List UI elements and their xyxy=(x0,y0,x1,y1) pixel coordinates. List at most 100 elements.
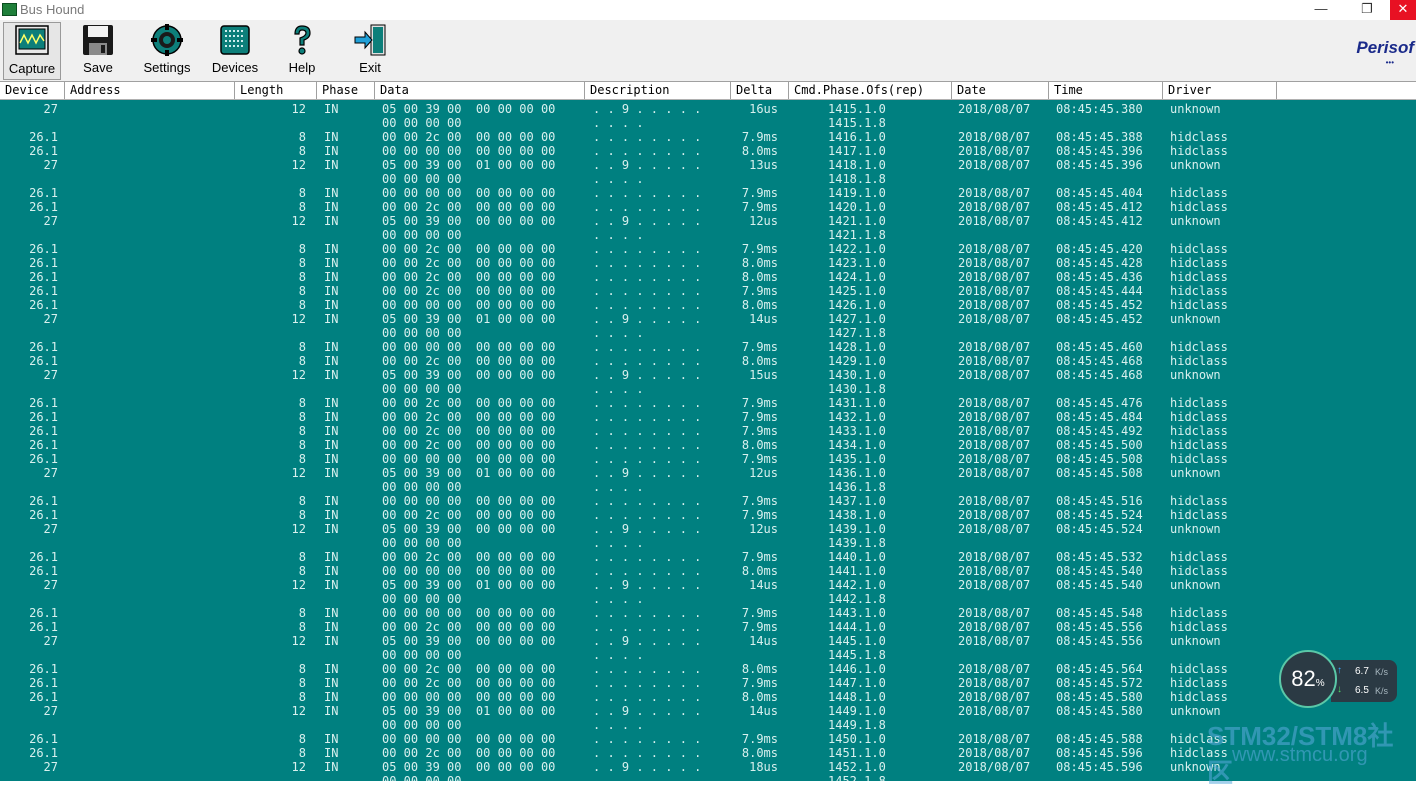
table-row[interactable]: 27 12 IN 05 00 39 00 00 00 00 00 . . 9 . . .… xyxy=(0,634,1416,648)
cell-data: 00 00 00 00 00 00 00 00 xyxy=(382,452,556,466)
table-row[interactable]: 26.1 8 IN 00 00 2c 00 00 00 00 00 . . . . . … xyxy=(0,746,1416,760)
cell-description: . . . . xyxy=(593,326,644,340)
devices-button[interactable]: Devices xyxy=(206,22,264,78)
cell-driver: hidclass xyxy=(1170,620,1228,634)
cell-phase: IN xyxy=(324,704,339,718)
cell-phase: IN xyxy=(324,732,339,746)
table-row[interactable]: 27 12 IN 05 00 39 00 00 00 00 00 . . 9 . . .… xyxy=(0,368,1416,382)
table-row[interactable]: 00 00 00 00 . . . . 1430.1.8 xyxy=(0,382,1416,396)
table-row[interactable]: 26.1 8 IN 00 00 00 00 00 00 00 00 . . . . . … xyxy=(0,340,1416,354)
cell-time: 08:45:45.484 xyxy=(1056,410,1143,424)
window-title: Bus Hound xyxy=(20,2,85,17)
restore-button[interactable]: ❐ xyxy=(1344,0,1390,20)
table-row[interactable]: 26.1 8 IN 00 00 00 00 00 00 00 00 . . . . . … xyxy=(0,298,1416,312)
cell-delta: 8.0ms xyxy=(741,270,778,284)
column-time[interactable]: Time xyxy=(1049,82,1163,99)
table-row[interactable]: 26.1 8 IN 00 00 00 00 00 00 00 00 . . . . . … xyxy=(0,564,1416,578)
table-row[interactable]: 26.1 8 IN 00 00 2c 00 00 00 00 00 . . . . . … xyxy=(0,424,1416,438)
exit-door-icon xyxy=(354,24,386,56)
table-row[interactable]: 26.1 8 IN 00 00 00 00 00 00 00 00 . . . . . … xyxy=(0,494,1416,508)
table-row[interactable]: 26.1 8 IN 00 00 2c 00 00 00 00 00 . . . . . … xyxy=(0,354,1416,368)
settings-button[interactable]: Settings xyxy=(138,22,196,78)
cell-cmd: 1435.1.0 xyxy=(828,452,886,466)
table-row[interactable]: 27 12 IN 05 00 39 00 00 00 00 00 . . 9 . . .… xyxy=(0,522,1416,536)
table-row[interactable]: 27 12 IN 05 00 39 00 01 00 00 00 . . 9 . . .… xyxy=(0,578,1416,592)
table-row[interactable]: 26.1 8 IN 00 00 2c 00 00 00 00 00 . . . . . … xyxy=(0,508,1416,522)
cell-date: 2018/08/07 xyxy=(958,186,1031,200)
cell-delta: 7.9ms xyxy=(741,130,778,144)
cell-driver: hidclass xyxy=(1170,396,1228,410)
cell-data: 00 00 2c 00 00 00 00 00 xyxy=(382,676,556,690)
column-driver[interactable]: Driver xyxy=(1163,82,1277,99)
table-row[interactable]: 26.1 8 IN 00 00 2c 00 00 00 00 00 . . . . . … xyxy=(0,242,1416,256)
usage-percent: 82% xyxy=(1291,666,1325,691)
table-row[interactable]: 00 00 00 00 . . . . 1421.1.8 xyxy=(0,228,1416,242)
exit-button[interactable]: Exit xyxy=(348,22,392,78)
table-row[interactable]: 26.1 8 IN 00 00 2c 00 00 00 00 00 . . . . . … xyxy=(0,200,1416,214)
table-row[interactable]: 00 00 00 00 . . . . 1452.1.8 xyxy=(0,774,1416,781)
table-row[interactable]: 00 00 00 00 . . . . 1442.1.8 xyxy=(0,592,1416,606)
cell-description: . . . . . . . . xyxy=(593,130,702,144)
table-row[interactable]: 27 12 IN 05 00 39 00 00 00 00 00 . . 9 . . .… xyxy=(0,102,1416,116)
table-row[interactable]: 27 12 IN 05 00 39 00 01 00 00 00 . . 9 . . .… xyxy=(0,158,1416,172)
column-description[interactable]: Description xyxy=(585,82,731,99)
table-row[interactable]: 00 00 00 00 . . . . 1418.1.8 xyxy=(0,172,1416,186)
table-row[interactable]: 27 12 IN 05 00 39 00 01 00 00 00 . . 9 . . .… xyxy=(0,466,1416,480)
minimize-button[interactable]: — xyxy=(1298,0,1344,20)
table-row[interactable]: 00 00 00 00 . . . . 1445.1.8 xyxy=(0,648,1416,662)
help-button[interactable]: Help xyxy=(280,22,324,78)
table-row[interactable]: 26.1 8 IN 00 00 00 00 00 00 00 00 . . . . . … xyxy=(0,606,1416,620)
cell-cmd: 1429.1.0 xyxy=(828,354,886,368)
table-row[interactable]: 26.1 8 IN 00 00 00 00 00 00 00 00 . . . . . … xyxy=(0,690,1416,704)
table-row[interactable]: 26.1 8 IN 00 00 2c 00 00 00 00 00 . . . . . … xyxy=(0,396,1416,410)
cell-description: . . . . xyxy=(593,648,644,662)
save-button[interactable]: Save xyxy=(74,22,122,78)
table-row[interactable]: 26.1 8 IN 00 00 2c 00 00 00 00 00 . . . . . … xyxy=(0,676,1416,690)
table-row[interactable]: 26.1 8 IN 00 00 00 00 00 00 00 00 . . . . . … xyxy=(0,452,1416,466)
table-row[interactable]: 27 12 IN 05 00 39 00 01 00 00 00 . . 9 . . .… xyxy=(0,312,1416,326)
cell-date: 2018/08/07 xyxy=(958,270,1031,284)
table-row[interactable]: 00 00 00 00 . . . . 1449.1.8 xyxy=(0,718,1416,732)
table-row[interactable]: 26.1 8 IN 00 00 2c 00 00 00 00 00 . . . . . … xyxy=(0,620,1416,634)
close-button[interactable]: ✕ xyxy=(1390,0,1416,20)
column-device[interactable]: Device xyxy=(0,82,65,99)
cell-cmd: 1421.1.8 xyxy=(828,228,886,242)
table-row[interactable]: 26.1 8 IN 00 00 2c 00 00 00 00 00 . . . . . … xyxy=(0,550,1416,564)
cell-phase: IN xyxy=(324,424,339,438)
table-row[interactable]: 26.1 8 IN 00 00 00 00 00 00 00 00 . . . . . … xyxy=(0,186,1416,200)
table-row[interactable]: 27 12 IN 05 00 39 00 01 00 00 00 . . 9 . . .… xyxy=(0,704,1416,718)
table-row[interactable]: 26.1 8 IN 00 00 2c 00 00 00 00 00 . . . . . … xyxy=(0,256,1416,270)
table-row[interactable]: 27 12 IN 05 00 39 00 00 00 00 00 . . 9 . . .… xyxy=(0,214,1416,228)
cell-data: 00 00 2c 00 00 00 00 00 xyxy=(382,410,556,424)
column-phase[interactable]: Phase xyxy=(317,82,375,99)
table-row[interactable]: 26.1 8 IN 00 00 2c 00 00 00 00 00 . . . . . … xyxy=(0,410,1416,424)
column-delta[interactable]: Delta xyxy=(731,82,789,99)
column-length[interactable]: Length xyxy=(235,82,317,99)
table-row[interactable]: 26.1 8 IN 00 00 2c 00 00 00 00 00 . . . . . … xyxy=(0,130,1416,144)
usage-gauge[interactable]: 82% xyxy=(1279,650,1337,708)
table-row[interactable]: 00 00 00 00 . . . . 1436.1.8 xyxy=(0,480,1416,494)
cell-data: 00 00 00 00 00 00 00 00 xyxy=(382,494,556,508)
cell-delta: 7.9ms xyxy=(741,494,778,508)
table-row[interactable]: 26.1 8 IN 00 00 2c 00 00 00 00 00 . . . . . … xyxy=(0,662,1416,676)
table-row[interactable]: 26.1 8 IN 00 00 2c 00 00 00 00 00 . . . . . … xyxy=(0,284,1416,298)
table-row[interactable]: 26.1 8 IN 00 00 2c 00 00 00 00 00 . . . . . … xyxy=(0,270,1416,284)
floppy-disk-icon xyxy=(83,25,113,55)
table-row[interactable]: 26.1 8 IN 00 00 2c 00 00 00 00 00 . . . . . … xyxy=(0,438,1416,452)
column-date[interactable]: Date xyxy=(952,82,1049,99)
column-data[interactable]: Data xyxy=(375,82,585,99)
cell-phase: IN xyxy=(324,564,339,578)
table-row[interactable]: 26.1 8 IN 00 00 00 00 00 00 00 00 . . . . . … xyxy=(0,732,1416,746)
cell-cmd: 1427.1.0 xyxy=(828,312,886,326)
cell-phase: IN xyxy=(324,410,339,424)
cell-description: . . . . . . . . xyxy=(593,396,702,410)
capture-grid[interactable]: 27 12 IN 05 00 39 00 00 00 00 00 . . 9 . . .… xyxy=(0,100,1416,781)
table-row[interactable]: 27 12 IN 05 00 39 00 00 00 00 00 . . 9 . . .… xyxy=(0,760,1416,774)
column-address[interactable]: Address xyxy=(65,82,235,99)
table-row[interactable]: 00 00 00 00 . . . . 1439.1.8 xyxy=(0,536,1416,550)
table-row[interactable]: 00 00 00 00 . . . . 1415.1.8 xyxy=(0,116,1416,130)
table-row[interactable]: 00 00 00 00 . . . . 1427.1.8 xyxy=(0,326,1416,340)
table-row[interactable]: 26.1 8 IN 00 00 00 00 00 00 00 00 . . . . . … xyxy=(0,144,1416,158)
column-cmd-phase-ofs[interactable]: Cmd.Phase.Ofs(rep) xyxy=(789,82,952,99)
capture-button[interactable]: Capture xyxy=(3,22,61,80)
